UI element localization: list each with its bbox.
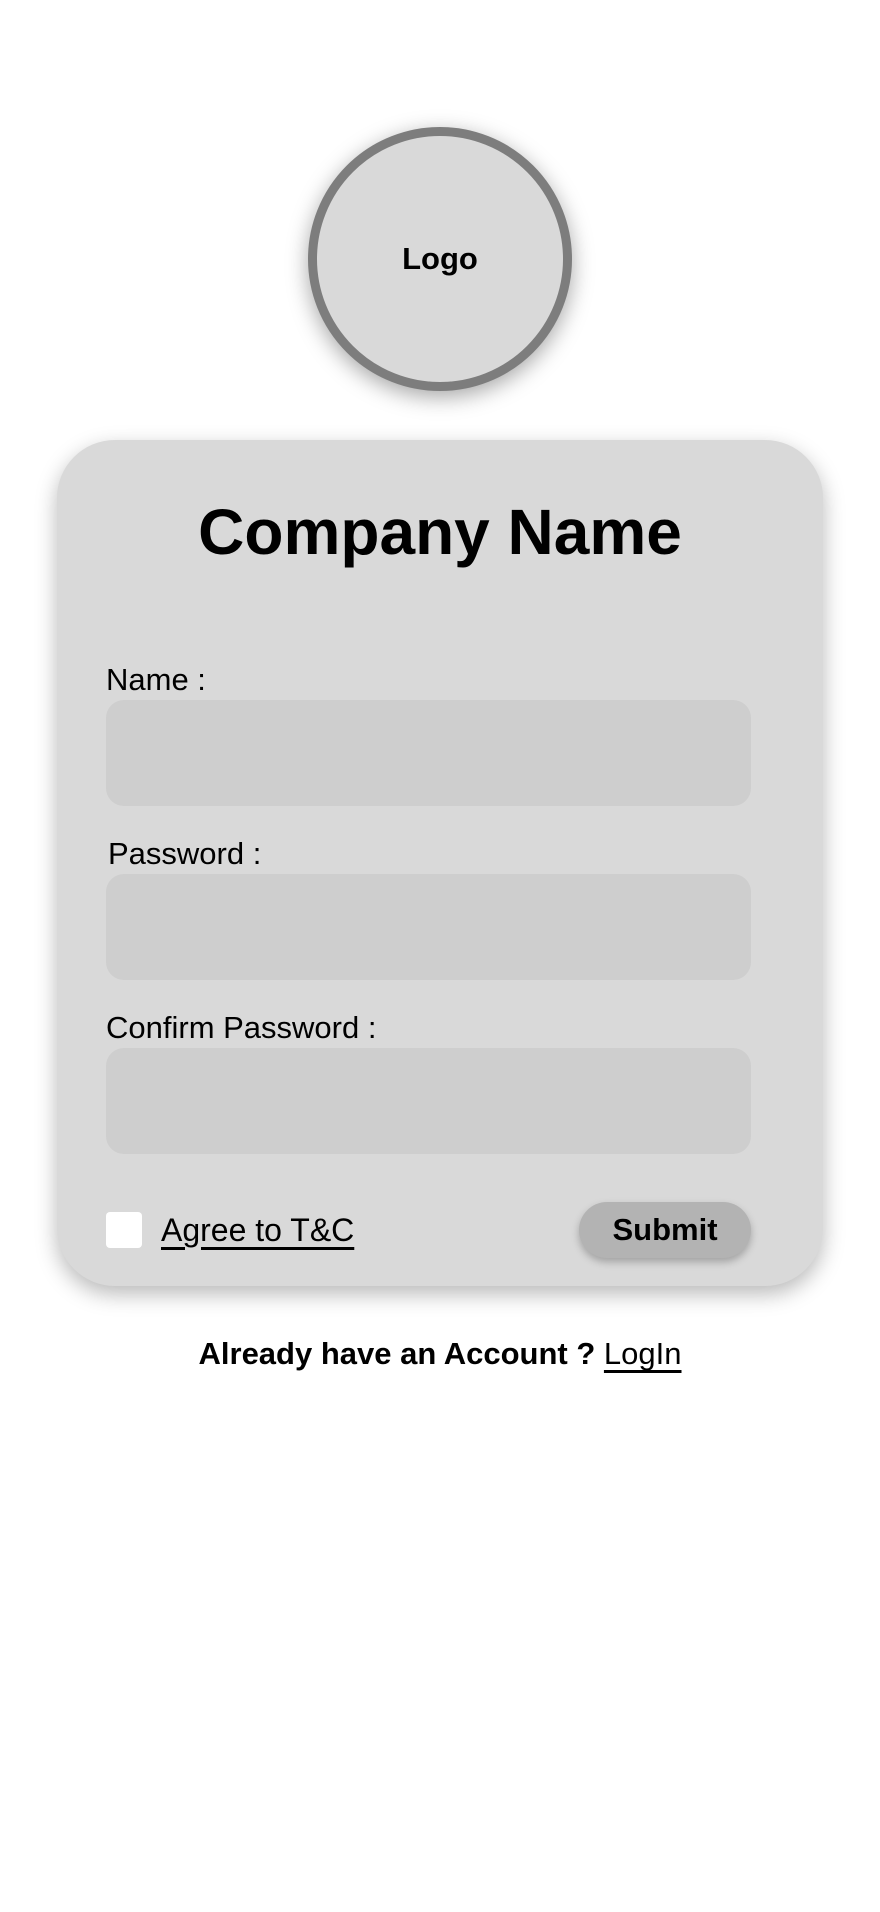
logo-label: Logo <box>402 241 478 276</box>
company-name-title: Company Name <box>198 496 682 568</box>
terms-checkbox[interactable] <box>106 1212 142 1248</box>
company-logo: Logo <box>308 127 572 391</box>
submit-button[interactable]: Submit <box>579 1202 751 1258</box>
name-label: Name : <box>106 662 206 697</box>
login-question: Already have an Account ? <box>198 1336 596 1371</box>
password-input[interactable] <box>106 874 751 980</box>
confirm-password-label: Confirm Password : <box>106 1010 377 1045</box>
login-prompt: Already have an Account ? LogIn <box>0 1336 880 1372</box>
signup-card: Company Name Name : Password : Confirm P… <box>57 440 823 1286</box>
terms-link[interactable]: Agree to T&C <box>161 1212 354 1248</box>
name-input[interactable] <box>106 700 751 806</box>
confirm-password-input[interactable] <box>106 1048 751 1154</box>
login-link[interactable]: LogIn <box>604 1336 682 1371</box>
password-label: Password : <box>108 836 262 871</box>
